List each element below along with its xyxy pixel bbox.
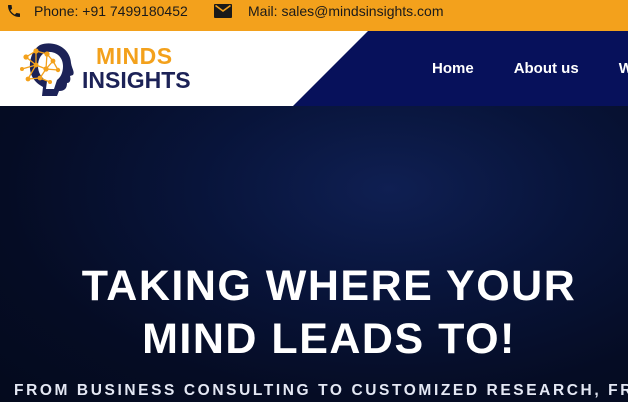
site-header: MINDS INSIGHTS Home About us W <box>0 31 628 106</box>
hero-subtitle: FROM BUSINESS CONSULTING TO CUSTOMIZED R… <box>14 382 628 399</box>
main-nav: Home About us W <box>432 31 628 106</box>
mail-text: Mail: sales@mindsinsights.com <box>248 2 444 19</box>
site-logo[interactable]: MINDS INSIGHTS <box>20 38 191 98</box>
hero-title: TAKING WHERE YOUR MIND LEADS TO! <box>0 260 628 366</box>
phone-contact[interactable]: Phone: +91 7499180452 <box>6 0 188 21</box>
hero-title-line-1: TAKING WHERE YOUR <box>81 262 577 310</box>
nav-item-partial[interactable]: W <box>619 60 628 77</box>
nav-home[interactable]: Home <box>432 60 474 77</box>
top-contact-bar: Phone: +91 7499180452 Mail: sales@mindsi… <box>0 0 628 31</box>
mail-icon <box>214 3 232 18</box>
phone-text: Phone: +91 7499180452 <box>34 2 188 19</box>
logo-wordmark: MINDS INSIGHTS <box>82 42 191 93</box>
logo-line-minds: MINDS <box>96 42 173 69</box>
hero-banner: TAKING WHERE YOUR MIND LEADS TO! FROM BU… <box>0 106 628 402</box>
phone-icon <box>8 4 20 17</box>
mail-contact[interactable]: Mail: sales@mindsinsights.com <box>214 0 444 21</box>
nav-about-us[interactable]: About us <box>514 60 579 77</box>
logo-line-insights: INSIGHTS <box>82 66 191 93</box>
hero-title-line-2: MIND LEADS TO! <box>142 315 516 363</box>
brain-head-icon <box>20 43 74 96</box>
